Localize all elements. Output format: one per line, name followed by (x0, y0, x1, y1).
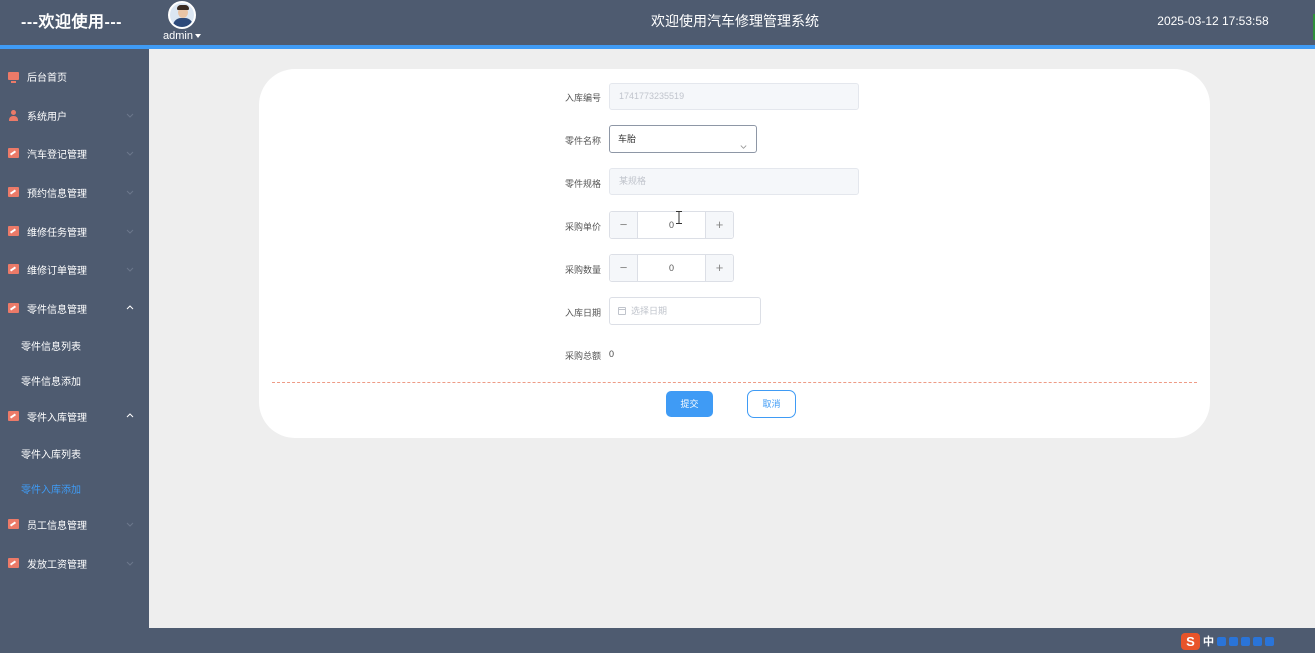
sidebar-item-label: 系统用户 (27, 111, 67, 123)
header-accent-bar (0, 45, 1315, 49)
user-menu[interactable]: admin (160, 1, 204, 42)
sidebar-subitem-parts-add[interactable]: 零件信息添加 (0, 363, 149, 397)
skin-icon[interactable] (1253, 636, 1262, 646)
sidebar-item-home[interactable]: 后台首页 (0, 57, 149, 95)
avatar[interactable] (168, 1, 196, 29)
chevron-down-icon (125, 519, 135, 529)
sidebar-subitem-stock-in-list[interactable]: 零件入库列表 (0, 436, 149, 470)
stock-in-date-label: 入库日期 (564, 308, 601, 318)
caret-down-icon[interactable] (194, 34, 201, 39)
sidebar-item-system-users[interactable]: 系统用户 (0, 96, 149, 134)
microphone-icon[interactable] (1229, 636, 1238, 646)
datetime: 2025-03-12 17:53:58 (1157, 14, 1269, 28)
stock-in-date-picker[interactable]: 选择日期 (609, 297, 761, 325)
chevron-up-icon (125, 303, 135, 313)
chart-icon (8, 264, 19, 274)
stock-in-no-label: 入库编号 (564, 93, 601, 103)
sidebar-item-label: 零件信息管理 (27, 304, 87, 316)
sidebar-subitem-parts-list[interactable]: 零件信息列表 (0, 328, 149, 362)
chevron-down-icon (125, 148, 135, 158)
part-name-selected: 车胎 (618, 134, 637, 144)
decrement-button[interactable]: − (610, 212, 638, 238)
cancel-button[interactable]: 取消 (747, 390, 796, 418)
sidebar-item-label: 预约信息管理 (27, 188, 87, 200)
increment-button[interactable]: + (705, 212, 733, 238)
chart-icon (8, 411, 19, 421)
chart-icon (8, 226, 19, 236)
submit-button[interactable]: 提交 (666, 391, 713, 417)
sidebar-item-label: 维修订单管理 (27, 265, 87, 277)
monitor-icon (8, 72, 19, 83)
sidebar-item-label: 后台首页 (27, 72, 67, 84)
part-spec-label: 零件规格 (564, 179, 601, 189)
ime-logo-icon[interactable]: S (1181, 632, 1200, 650)
sidebar-item-label: 员工信息管理 (27, 520, 87, 532)
part-name-label: 零件名称 (564, 136, 601, 146)
quantity-stepper[interactable]: − 0 + (609, 254, 734, 282)
grid-icon[interactable] (1265, 636, 1274, 646)
sidebar-subitem-label: 零件信息列表 (21, 341, 81, 353)
unit-price-label: 采购单价 (564, 222, 601, 232)
sidebar-item-label: 发放工资管理 (27, 559, 87, 571)
part-spec-input: 某规格 (609, 168, 859, 195)
total-value: 0 (609, 349, 615, 359)
chevron-down-icon (125, 264, 135, 274)
part-name-select[interactable]: 车胎 (609, 125, 757, 153)
sidebar-subitem-label: 零件入库添加 (21, 484, 81, 496)
sidebar-item-parts-info[interactable]: 零件信息管理 (0, 289, 149, 327)
chart-icon (8, 519, 19, 529)
sidebar-subitem-stock-in-add[interactable]: 零件入库添加 (0, 471, 149, 505)
keyboard-icon[interactable] (1241, 636, 1250, 646)
chevron-down-icon (739, 135, 748, 161)
user-icon (8, 110, 19, 121)
chevron-up-icon (125, 411, 135, 421)
ime-toolbar[interactable]: S 中 (1181, 631, 1274, 651)
sidebar-item-car-registration[interactable]: 汽车登记管理 (0, 134, 149, 172)
ime-punct-icon[interactable] (1217, 636, 1226, 646)
sidebar-item-payroll[interactable]: 发放工资管理 (0, 544, 149, 582)
sidebar-item-appointments[interactable]: 预约信息管理 (0, 173, 149, 211)
sidebar-item-label: 汽车登记管理 (27, 149, 87, 161)
sidebar-item-employees[interactable]: 员工信息管理 (0, 505, 149, 543)
sidebar-item-label: 零件入库管理 (27, 412, 87, 424)
chart-icon (8, 187, 19, 197)
chart-icon (8, 558, 19, 568)
chevron-down-icon (125, 558, 135, 568)
sidebar-item-parts-stock-in[interactable]: 零件入库管理 (0, 397, 149, 435)
footer-bar: S 中 (0, 628, 1315, 653)
sidebar-item-repair-tasks[interactable]: 维修任务管理 (0, 212, 149, 250)
chevron-down-icon (125, 110, 135, 120)
sidebar-item-repair-orders[interactable]: 维修订单管理 (0, 250, 149, 288)
sidebar-subitem-label: 零件入库列表 (21, 449, 81, 461)
total-label: 采购总额 (564, 351, 601, 361)
text-cursor-icon (676, 211, 682, 224)
top-header: ---欢迎使用--- admin 欢迎使用汽车修理管理系统 2025-03-12… (0, 0, 1315, 45)
chart-icon (8, 303, 19, 313)
brand-title: ---欢迎使用--- (21, 14, 122, 31)
date-placeholder: 选择日期 (631, 306, 668, 316)
sidebar-item-label: 维修任务管理 (27, 227, 87, 239)
calendar-icon (618, 307, 626, 315)
stock-in-no-input: 1741773235519 (609, 83, 859, 110)
unit-price-value[interactable]: 0 (638, 212, 705, 238)
sidebar: 后台首页 系统用户 汽车登记管理 预约信息管理 维修任务管理 维修订单管理 零件… (0, 49, 149, 628)
quantity-value[interactable]: 0 (638, 255, 705, 281)
chart-icon (8, 148, 19, 158)
unit-price-stepper[interactable]: − 0 + (609, 211, 734, 239)
form-divider (272, 382, 1197, 383)
chevron-down-icon (125, 226, 135, 236)
decrement-button[interactable]: − (610, 255, 638, 281)
increment-button[interactable]: + (705, 255, 733, 281)
sidebar-subitem-label: 零件信息添加 (21, 376, 81, 388)
ime-mode[interactable]: 中 (1203, 633, 1214, 649)
system-title: 欢迎使用汽车修理管理系统 (651, 13, 819, 29)
username[interactable]: admin (163, 30, 193, 42)
quantity-label: 采购数量 (564, 265, 601, 275)
chevron-down-icon (125, 187, 135, 197)
